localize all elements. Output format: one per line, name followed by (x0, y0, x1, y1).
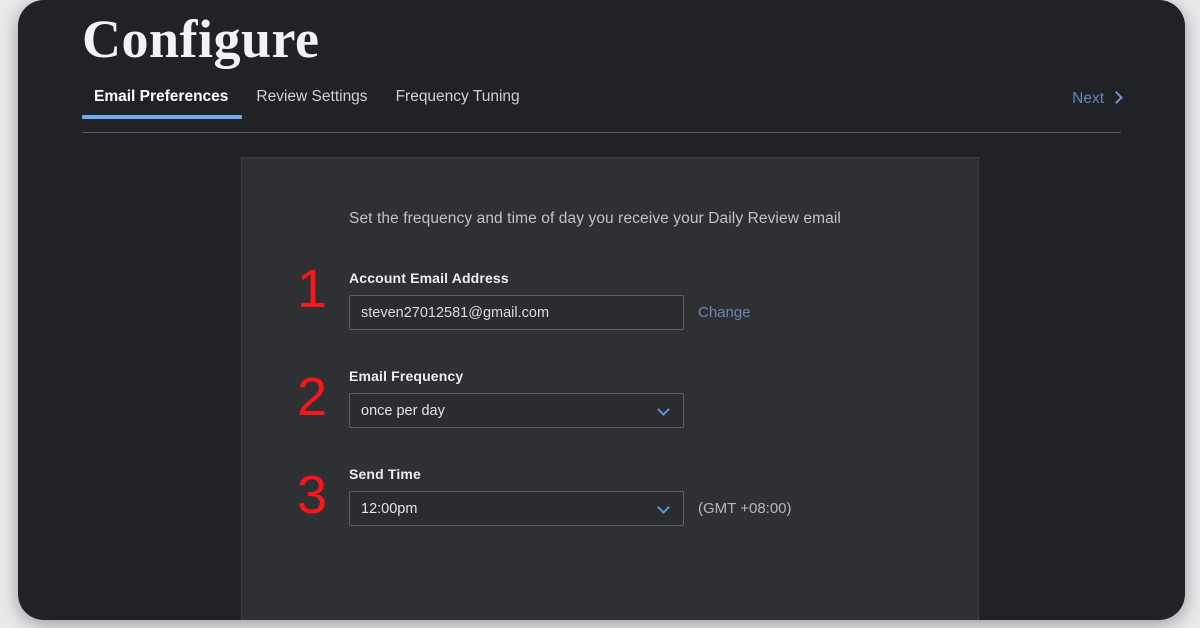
field-row: once per day (349, 393, 978, 428)
tab-label: Email Preferences (94, 88, 229, 105)
tab-list: Email Preferences Review Settings Freque… (82, 88, 1153, 133)
step-marker-2: 2 (297, 367, 328, 427)
field-account-email: 1 Account Email Address Change (297, 262, 978, 330)
app-header: Configure Email Preferences Review Setti… (18, 0, 1185, 133)
email-input[interactable] (349, 295, 684, 330)
field-label: Send Time (349, 466, 421, 482)
tab-frequency-tuning[interactable]: Frequency Tuning (382, 88, 534, 119)
app-window: Configure Email Preferences Review Setti… (18, 0, 1185, 620)
change-email-link[interactable]: Change (698, 304, 751, 321)
field-send-time: 3 Send Time 12:00pm (GMT +08:00) (297, 466, 978, 526)
chevron-right-icon (1110, 91, 1123, 104)
send-time-value[interactable]: 12:00pm (349, 491, 684, 526)
tab-divider (82, 132, 1121, 133)
field-label: Account Email Address (349, 270, 509, 286)
tab-label: Frequency Tuning (395, 88, 520, 105)
tab-label: Review Settings (256, 88, 368, 105)
field-row: Change (349, 295, 978, 330)
email-frequency-select[interactable]: once per day (349, 393, 684, 428)
field-row: 12:00pm (GMT +08:00) (349, 491, 978, 526)
next-button[interactable]: Next (1072, 90, 1123, 107)
panel-description: Set the frequency and time of day you re… (349, 210, 841, 227)
step-marker-1: 1 (297, 259, 328, 319)
next-label: Next (1072, 90, 1104, 107)
tab-email-preferences[interactable]: Email Preferences (82, 88, 243, 120)
send-time-select[interactable]: 12:00pm (349, 491, 684, 526)
field-label: Email Frequency (349, 368, 464, 384)
email-frequency-value[interactable]: once per day (349, 393, 684, 428)
active-tab-indicator (82, 115, 243, 120)
timezone-note: (GMT +08:00) (698, 500, 792, 517)
tab-bar: Email Preferences Review Settings Freque… (50, 88, 1153, 133)
content-panel: Set the frequency and time of day you re… (241, 157, 979, 620)
page-title: Configure (82, 9, 320, 69)
field-email-frequency: 2 Email Frequency once per day (297, 368, 978, 428)
tab-review-settings[interactable]: Review Settings (242, 88, 381, 119)
step-marker-3: 3 (297, 465, 328, 525)
panel-inner: Set the frequency and time of day you re… (242, 158, 978, 526)
